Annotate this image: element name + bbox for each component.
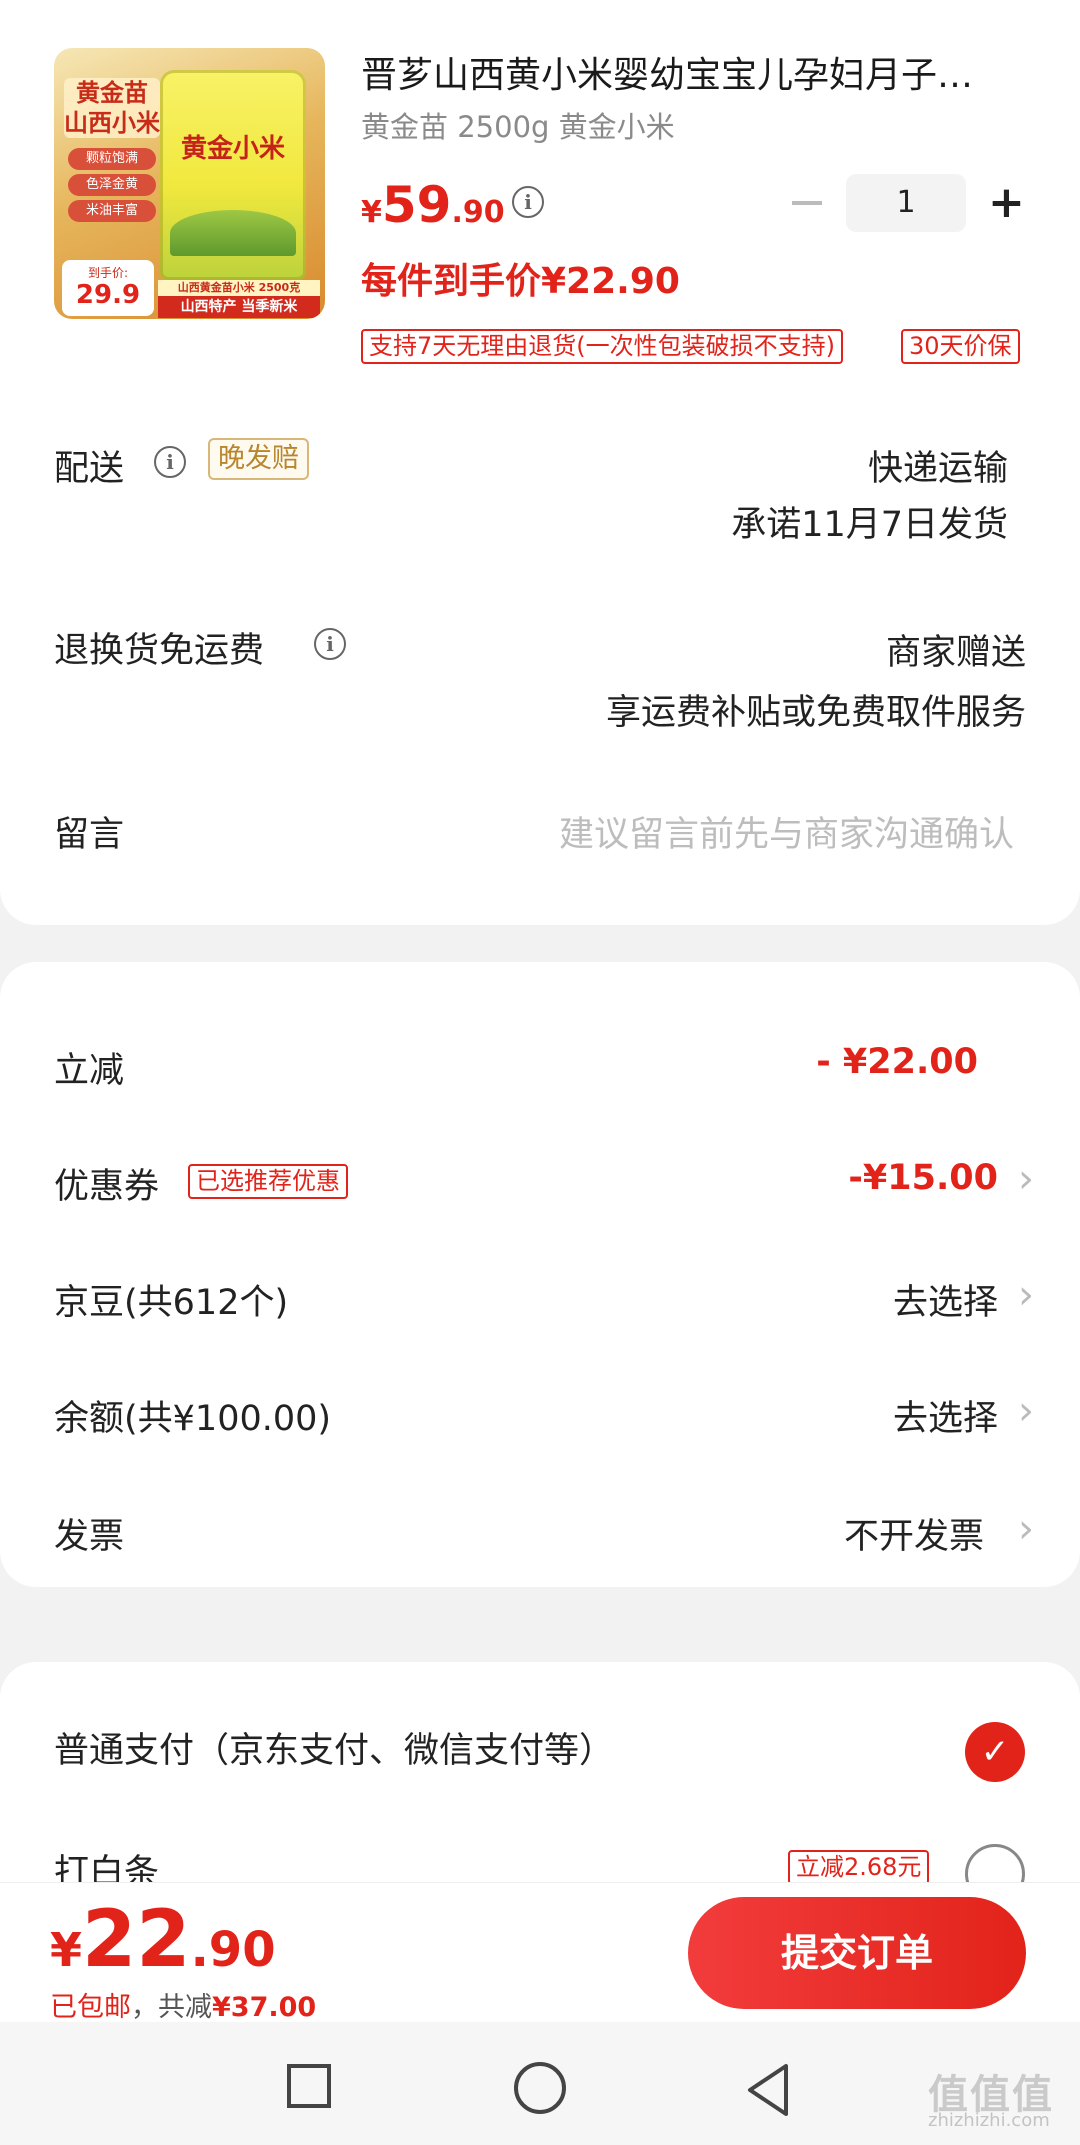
image-price-label: 到手价: — [87, 266, 129, 280]
free-return-value: 商家赠送 — [885, 633, 1026, 673]
recent-apps-icon[interactable] — [287, 2064, 331, 2108]
quantity-input[interactable]: 1 — [846, 174, 966, 232]
jingdou-label: 京豆(共612个) — [54, 1283, 289, 1323]
discounts-card: 立减 - ¥22.00 优惠券 已选推荐优惠 -¥15.00 › 京豆(共612… — [0, 962, 1080, 1587]
price-info-icon[interactable]: i — [512, 186, 544, 218]
image-price-value: 29.9 — [75, 280, 141, 310]
balance-row[interactable]: 余额(共¥100.00) 去选择 › — [54, 1388, 1034, 1450]
chevron-right-icon: › — [1018, 1388, 1034, 1434]
normal-pay-row[interactable]: 普通支付（京东支付、微信支付等） — [54, 1722, 1026, 1782]
home-icon[interactable] — [514, 2062, 566, 2114]
free-return-info-icon[interactable]: i — [314, 628, 346, 660]
coupon-row[interactable]: 优惠券 已选推荐优惠 -¥15.00 › — [54, 1156, 1034, 1218]
normal-pay-label: 普通支付（京东支付、微信支付等） — [54, 1731, 615, 1771]
balance-value: 去选择 — [892, 1399, 998, 1439]
total-price: ¥22.90 — [50, 1895, 276, 1985]
decrease-quantity-button[interactable] — [792, 201, 822, 205]
jingdou-row[interactable]: 京豆(共612个) 去选择 › — [54, 1272, 1034, 1334]
image-price-box: 到手价: 29.9 — [62, 260, 154, 316]
free-shipping-text: 已包邮 — [50, 1992, 131, 2023]
product-image-feature: 颗粒饱满 — [68, 148, 156, 170]
free-return-label: 退换货免运费 — [54, 631, 265, 671]
order-item-card: 黄金苗 山西小米 颗粒饱满 色泽金黄 米油丰富 黄金小米 到手价: 29.9 山… — [0, 0, 1080, 925]
submit-order-button[interactable]: 提交订单 — [688, 1897, 1026, 2009]
total-summary: 已包邮，共减¥37.00 — [50, 1992, 317, 2023]
product-price: ¥59.90 — [361, 176, 505, 234]
increase-quantity-button[interactable]: + — [988, 174, 1025, 232]
delivery-label: 配送 — [54, 449, 125, 489]
late-compensation-badge: 晚发赔 — [208, 438, 309, 480]
image-banner-bottom: 山西特产 当季新米 — [158, 296, 320, 318]
delivery-info-icon[interactable]: i — [154, 446, 186, 478]
message-row: 留言 建议留言前先与商家沟通确认 — [54, 806, 1026, 866]
balance-label: 余额(共¥100.00) — [54, 1399, 332, 1439]
checkout-bar: ¥22.90 已包邮，共减¥37.00 提交订单 — [0, 1882, 1080, 2023]
back-icon[interactable] — [744, 2062, 792, 2118]
invoice-row[interactable]: 发票 不开发票 › — [54, 1506, 1034, 1568]
instant-discount-label: 立减 — [54, 1051, 125, 1091]
free-return-row[interactable]: 退换货免运费 i 商家赠送 享运费补贴或免费取件服务 — [54, 622, 1026, 742]
product-image-brand: 黄金苗 山西小米 — [64, 78, 160, 138]
return-policy-tag: 支持7天无理由退货(一次性包装破损不支持) — [361, 329, 843, 364]
saved-label: 共减 — [158, 1992, 212, 2023]
image-banner-top: 山西黄金苗小米 2500克 — [158, 280, 320, 296]
product-bag: 黄金小米 — [160, 70, 306, 280]
product-image-feature: 米油丰富 — [68, 200, 156, 222]
jingdou-value: 去选择 — [892, 1283, 998, 1323]
free-return-desc: 享运费补贴或免费取件服务 — [605, 693, 1026, 733]
product-spec[interactable]: 黄金苗 2500g 黄金小米 — [361, 104, 675, 146]
chevron-right-icon: › — [1018, 1506, 1034, 1552]
bag-label: 黄金小米 — [180, 134, 285, 164]
delivery-date: 承诺11月7日发货 — [731, 505, 1008, 545]
invoice-label: 发票 — [54, 1517, 125, 1557]
watermark-url: zhizhizhi.com — [928, 2110, 1050, 2131]
product-image-feature: 色泽金黄 — [68, 174, 156, 196]
product-title[interactable]: 晋芗山西黄小米婴幼宝宝儿孕妇月子… — [361, 52, 1041, 100]
baitiao-discount-badge: 立减2.68元 — [788, 1850, 930, 1885]
chevron-right-icon: › — [1018, 1156, 1034, 1202]
product-image[interactable]: 黄金苗 山西小米 颗粒饱满 色泽金黄 米油丰富 黄金小米 到手价: 29.9 山… — [54, 48, 325, 319]
invoice-value: 不开发票 — [843, 1517, 984, 1557]
system-nav-bar — [0, 2022, 1080, 2145]
price-protect-tag: 30天价保 — [901, 329, 1020, 364]
instant-discount-row: 立减 - ¥22.00 — [54, 1042, 1026, 1102]
saved-value: ¥37.00 — [212, 1992, 317, 2023]
normal-pay-checked-icon[interactable]: ✓ — [965, 1722, 1025, 1782]
deal-price: 每件到手价¥22.90 — [361, 261, 680, 302]
delivery-row[interactable]: 配送 i 晚发赔 快递运输 承诺11月7日发货 — [54, 438, 1026, 560]
delivery-method: 快递运输 — [867, 449, 1008, 489]
coupon-label: 优惠券 — [54, 1167, 160, 1207]
message-label: 留言 — [54, 815, 125, 855]
message-input[interactable]: 建议留言前先与商家沟通确认 — [559, 806, 1014, 857]
chevron-right-icon: › — [1018, 1272, 1034, 1318]
bag-illustration — [170, 210, 296, 256]
coupon-value: -¥15.00 — [848, 1158, 998, 1198]
instant-discount-value: - ¥22.00 — [816, 1042, 978, 1082]
payment-card: 普通支付（京东支付、微信支付等） ✓ 打白条 立减2.68元 — [0, 1662, 1080, 1904]
coupon-recommended-badge: 已选推荐优惠 — [188, 1164, 348, 1199]
